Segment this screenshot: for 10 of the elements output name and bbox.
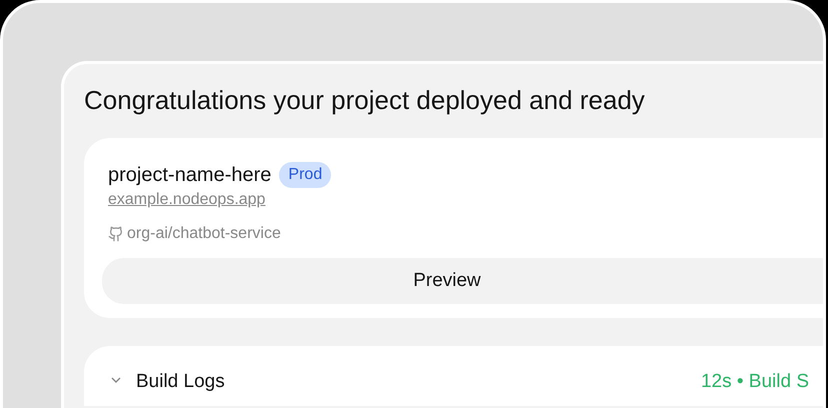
project-name: project-name-here <box>108 163 272 187</box>
build-logs-card[interactable]: Build Logs 12s • Build S <box>84 346 823 406</box>
page-title: Congratulations your project deployed and ready <box>84 84 646 116</box>
repository-name: org-ai/chatbot-service <box>127 224 281 244</box>
github-icon <box>108 226 124 242</box>
build-logs-label: Build Logs <box>136 370 225 394</box>
build-status: 12s • Build S <box>700 370 809 394</box>
preview-button[interactable]: Preview <box>102 258 823 304</box>
deployment-link[interactable]: example.nodeops.app <box>108 188 266 212</box>
environment-badge: Prod <box>279 162 332 188</box>
